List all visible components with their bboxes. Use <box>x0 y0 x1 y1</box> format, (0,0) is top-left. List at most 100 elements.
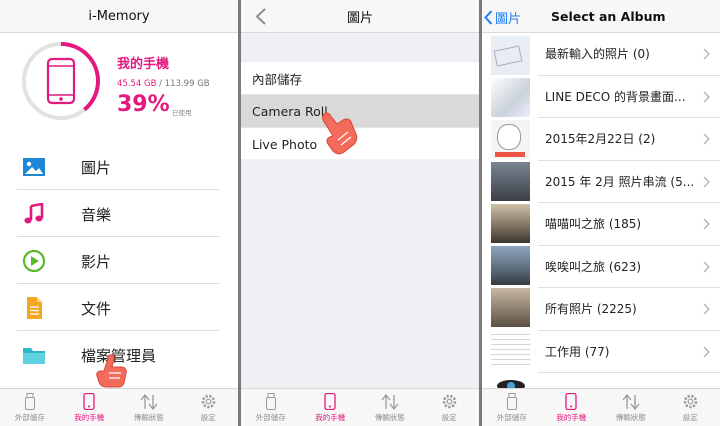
transfer-arrows-icon <box>381 394 399 410</box>
nav-bar-left: 圖片 <box>482 0 538 33</box>
chevron-right-icon <box>703 175 710 188</box>
menu-item-videos[interactable]: 影片 <box>0 237 238 284</box>
menu-item-pictures[interactable]: 圖片 <box>0 143 238 190</box>
menu-label: 影片 <box>81 253 112 271</box>
tab-transfer-status[interactable]: 傳輸狀態 <box>601 389 661 426</box>
album-item[interactable]: 所有照片 (2225) <box>538 288 720 331</box>
tab-settings[interactable]: 設定 <box>420 389 480 426</box>
tab-label: 我的手機 <box>315 413 346 422</box>
gear-icon <box>201 394 216 409</box>
back-chevron-icon[interactable] <box>255 8 267 25</box>
tab-my-phone[interactable]: 我的手機 <box>60 389 120 426</box>
section-gap <box>241 33 479 62</box>
menu-label: 圖片 <box>81 159 112 177</box>
usb-drive-icon <box>24 393 35 410</box>
album-item[interactable]: 唉唉叫之旅 (623) <box>538 246 720 288</box>
chevron-right-icon <box>703 345 710 358</box>
tab-label: 傳輸狀態 <box>133 413 164 422</box>
tab-my-phone[interactable]: 我的手機 <box>542 389 602 426</box>
album-label: 工作用 (77) <box>545 344 610 359</box>
phone-icon <box>83 393 95 410</box>
list-item-internal-storage[interactable]: 內部儲存 <box>241 62 479 95</box>
menu-label: 音樂 <box>81 206 112 224</box>
album-label: 2015 年 2月 照片串流 (5... <box>545 174 695 189</box>
album-label: 唉唉叫之旅 (623) <box>545 259 642 274</box>
tab-label: 外部儲存 <box>496 413 527 422</box>
tab-my-phone[interactable]: 我的手機 <box>301 389 361 426</box>
album-item[interactable]: 喵喵叫之旅 (185) <box>538 203 720 246</box>
photo-thumbnail[interactable] <box>491 288 530 327</box>
music-note-icon <box>24 203 44 224</box>
tab-label: 外部儲存 <box>14 413 45 422</box>
pointing-hand-icon <box>96 354 127 388</box>
nav-bar: i-Memory <box>0 0 238 33</box>
storage-percent: 39% <box>117 92 170 117</box>
album-item[interactable]: LINE DECO 的背景畫面... <box>538 76 720 118</box>
album-item[interactable]: 最新輸入的照片 (0) <box>538 33 720 76</box>
storage-percent-label: 已使用 <box>172 109 192 117</box>
photo-thumbnail[interactable] <box>491 246 530 285</box>
pointing-hand-icon <box>321 112 358 155</box>
phone-icon <box>324 393 336 410</box>
menu-item-documents[interactable]: 文件 <box>0 284 238 331</box>
tab-bar: 外部儲存 我的手機 傳輸狀態 設定 <box>482 388 720 426</box>
album-label: LINE DECO 的背景畫面... <box>545 89 686 104</box>
list-item-label: Live Photo <box>252 136 318 152</box>
album-select-screen: 圖片 Select an Album 最新輸入的照片 (0) LINE DECO… <box>482 0 720 426</box>
chevron-right-icon <box>703 260 710 273</box>
photo-thumbnail[interactable] <box>491 330 530 369</box>
photo-thumbnail-strip <box>482 33 538 411</box>
storage-usage-ring <box>22 42 100 120</box>
album-label: 所有照片 (2225) <box>545 302 637 317</box>
back-chevron-icon <box>484 10 493 25</box>
tab-settings[interactable]: 設定 <box>661 389 720 426</box>
album-header: Select an Album <box>538 0 720 33</box>
photo-thumbnail[interactable] <box>491 120 530 159</box>
my-phone-screen: i-Memory 我的手機 45.54 GB / 113.99 GB 39% 已… <box>0 0 238 426</box>
storage-used: 45.54 GB <box>117 79 157 89</box>
folder-icon <box>23 348 45 364</box>
album-item[interactable]: 2015年2月22日 (2) <box>538 118 720 161</box>
tab-label: 我的手機 <box>74 413 105 422</box>
album-item[interactable]: 工作用 (77) <box>538 331 720 373</box>
storage-separator: / <box>156 79 165 89</box>
photo-thumbnail[interactable] <box>491 162 530 201</box>
picture-icon <box>23 158 45 176</box>
tab-external-storage[interactable]: 外部儲存 <box>482 389 542 426</box>
chevron-right-icon <box>703 90 710 103</box>
tab-external-storage[interactable]: 外部儲存 <box>241 389 301 426</box>
transfer-arrows-icon <box>622 394 640 410</box>
nav-bar: 圖片 <box>241 0 479 33</box>
album-list: 最新輸入的照片 (0) LINE DECO 的背景畫面... 2015年2月22… <box>538 33 720 388</box>
tab-settings[interactable]: 設定 <box>179 389 239 426</box>
chevron-right-icon <box>703 303 710 315</box>
tab-label: 設定 <box>200 413 216 422</box>
page-title: Select an Album <box>551 8 666 24</box>
menu-label: 文件 <box>81 300 112 318</box>
play-icon <box>22 250 46 272</box>
tab-transfer-status[interactable]: 傳輸狀態 <box>360 389 420 426</box>
app-title: i-Memory <box>88 8 150 24</box>
list-item-label: Camera Roll <box>252 103 328 119</box>
storage-capacity: 45.54 GB / 113.99 GB <box>117 79 210 89</box>
back-label: 圖片 <box>495 12 522 27</box>
back-button[interactable]: 圖片 <box>484 8 521 27</box>
tab-label: 我的手機 <box>556 413 587 422</box>
album-item[interactable]: 2015 年 2月 照片串流 (5... <box>538 161 720 203</box>
album-label: 喵喵叫之旅 (185) <box>545 217 642 232</box>
photo-thumbnail[interactable] <box>491 36 530 75</box>
tab-transfer-status[interactable]: 傳輸狀態 <box>119 389 179 426</box>
pictures-screen: 圖片 內部儲存 Camera Roll Live Photo 外部儲存 我的手機… <box>241 0 479 426</box>
album-label: 2015年2月22日 (2) <box>545 132 656 147</box>
menu-item-music[interactable]: 音樂 <box>0 190 238 237</box>
usb-drive-icon <box>265 393 276 410</box>
album-label: 最新輸入的照片 (0) <box>545 47 650 62</box>
tab-external-storage[interactable]: 外部儲存 <box>0 389 60 426</box>
storage-total: 113.99 GB <box>164 79 210 89</box>
photo-thumbnail[interactable] <box>491 204 530 243</box>
transfer-arrows-icon <box>140 394 158 410</box>
photo-thumbnail[interactable] <box>491 78 530 117</box>
phone-icon <box>46 57 76 105</box>
tab-bar: 外部儲存 我的手機 傳輸狀態 設定 <box>0 388 238 426</box>
page-title: 圖片 <box>346 10 373 26</box>
